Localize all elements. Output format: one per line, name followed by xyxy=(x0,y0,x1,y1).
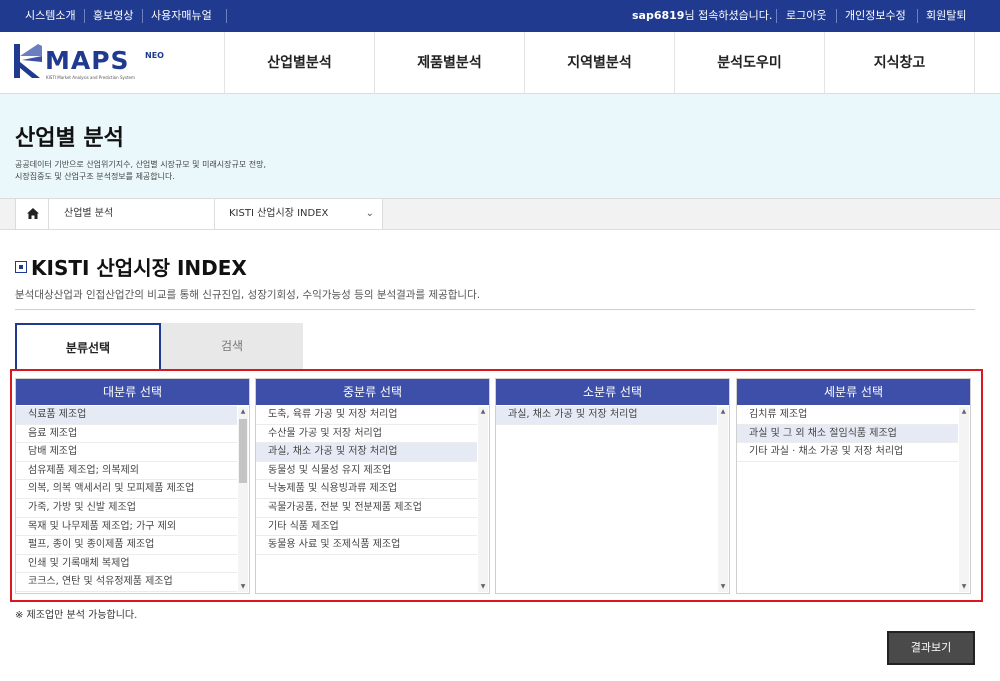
list-item[interactable]: 과실, 채소 가공 및 저장 처리업 xyxy=(496,406,717,425)
major-category-panel: 대분류 선택 식료품 제조업 음료 제조업 담배 제조업 섬유제품 제조업; 의… xyxy=(15,378,250,594)
list-item[interactable]: 기타 식품 제조업 xyxy=(256,518,477,537)
list-item[interactable]: 가죽, 가방 및 신발 제조업 xyxy=(16,499,237,518)
divider xyxy=(15,309,975,310)
tab-category-select[interactable]: 분류선택 xyxy=(15,323,161,370)
scrollbar[interactable]: ▲ ▼ xyxy=(718,407,728,592)
nav-knowledge-base[interactable]: 지식창고 xyxy=(824,32,975,94)
nav-industry-analysis[interactable]: 산업별분석 xyxy=(224,32,374,94)
maps-logo[interactable]: MAPS NEO KISTI Market Analysis and Predi… xyxy=(14,42,174,86)
title-bullet-icon xyxy=(15,261,27,273)
page-description: 분석대상산업과 인접산업간의 비교를 통해 신규진입, 성장기회성, 수익가능성… xyxy=(15,289,481,301)
list-item[interactable]: 의복, 의복 액세서리 및 모피제품 제조업 xyxy=(16,480,237,499)
list-item[interactable]: 음료 제조업 xyxy=(16,425,237,444)
list-item[interactable]: 과실, 채소 가공 및 저장 처리업 xyxy=(256,443,477,462)
divider xyxy=(226,9,227,23)
breadcrumb-level1[interactable]: 산업별 분석 xyxy=(49,199,215,229)
list-item[interactable]: 동물용 사료 및 조제식품 제조업 xyxy=(256,536,477,555)
list-item[interactable]: 곡물가공품, 전분 및 전분제품 제조업 xyxy=(256,499,477,518)
top-utility-bar: 시스템소개 홍보영상 사용자매뉴얼 sap6819님 접속하셨습니다. 로그아웃… xyxy=(0,0,1000,32)
logout-link[interactable]: 로그아웃 xyxy=(786,0,826,32)
divider xyxy=(84,9,85,23)
link-user-manual[interactable]: 사용자매뉴얼 xyxy=(151,0,212,32)
logo-wordmark: MAPS xyxy=(45,46,130,75)
middle-category-list[interactable]: 도축, 육류 가공 및 저장 처리업 수산물 가공 및 저장 처리업 과실, 채… xyxy=(256,406,489,593)
minor-category-list[interactable]: 과실, 채소 가공 및 저장 처리업 xyxy=(496,406,729,593)
link-system-intro[interactable]: 시스템소개 xyxy=(25,0,76,32)
detail-category-header: 세분류 선택 xyxy=(737,379,970,405)
home-button[interactable] xyxy=(15,199,49,229)
list-item[interactable]: 수산물 가공 및 저장 처리업 xyxy=(256,425,477,444)
major-category-header: 대분류 선택 xyxy=(16,379,249,405)
minor-category-panel: 소분류 선택 과실, 채소 가공 및 저장 처리업 ▲ ▼ xyxy=(495,378,730,594)
hero-banner: 산업별 분석 공공데이터 기반으로 산업위기지수, 산업별 시장규모 및 미래시… xyxy=(0,94,1000,198)
logo-k-icon xyxy=(14,44,42,78)
tab-search[interactable]: 검색 xyxy=(161,323,303,370)
scroll-down-arrow-icon[interactable]: ▼ xyxy=(718,582,728,592)
hero-desc-line2: 시장집중도 및 산업구조 분석정보를 제공합니다. xyxy=(15,172,175,181)
list-item[interactable]: 목재 및 나무제품 제조업; 가구 제외 xyxy=(16,518,237,537)
scrollbar[interactable]: ▲ ▼ xyxy=(959,407,969,592)
scroll-down-arrow-icon[interactable]: ▼ xyxy=(238,582,248,592)
breadcrumb: 산업별 분석 KISTI 산업시장 INDEX ⌄ xyxy=(0,198,1000,230)
home-icon xyxy=(27,208,39,219)
list-item[interactable]: 기타 과실 · 채소 가공 및 저장 처리업 xyxy=(737,443,958,462)
scroll-up-arrow-icon[interactable]: ▲ xyxy=(478,407,488,417)
detail-category-panel: 세분류 선택 김치류 제조업 과실 및 그 외 채소 절임식품 제조업 기타 과… xyxy=(736,378,971,594)
divider xyxy=(142,9,143,23)
detail-category-list[interactable]: 김치류 제조업 과실 및 그 외 채소 절임식품 제조업 기타 과실 · 채소 … xyxy=(737,406,970,593)
minor-category-header: 소분류 선택 xyxy=(496,379,729,405)
scrollbar[interactable]: ▲ ▼ xyxy=(238,407,248,592)
withdraw-link[interactable]: 회원탈퇴 xyxy=(926,0,966,32)
hero-title: 산업별 분석 xyxy=(15,126,124,151)
breadcrumb-level2-dropdown[interactable]: KISTI 산업시장 INDEX ⌄ xyxy=(215,199,383,229)
page-title: KISTI 산업시장 INDEX xyxy=(31,256,247,280)
scroll-down-arrow-icon[interactable]: ▼ xyxy=(959,582,969,592)
scroll-down-arrow-icon[interactable]: ▼ xyxy=(478,582,488,592)
edit-profile-link[interactable]: 개인정보수정 xyxy=(845,0,906,32)
list-item[interactable]: 낙농제품 및 식용빙과류 제조업 xyxy=(256,480,477,499)
link-promo-video[interactable]: 홍보영상 xyxy=(93,0,133,32)
user-status: sap6819님 접속하셨습니다. xyxy=(632,0,772,32)
list-item[interactable]: 식료품 제조업 xyxy=(16,406,237,425)
nav-region-analysis[interactable]: 지역별분석 xyxy=(524,32,674,94)
middle-category-header: 중분류 선택 xyxy=(256,379,489,405)
scroll-up-arrow-icon[interactable]: ▲ xyxy=(959,407,969,417)
divider xyxy=(776,9,777,23)
list-item[interactable]: 펄프, 종이 및 종이제품 제조업 xyxy=(16,536,237,555)
logo-neo: NEO xyxy=(145,51,164,60)
scrollbar-thumb[interactable] xyxy=(239,419,247,483)
scroll-up-arrow-icon[interactable]: ▲ xyxy=(238,407,248,417)
nav-product-analysis[interactable]: 제품별분석 xyxy=(374,32,524,94)
logo-subtitle: KISTI Market Analysis and Prediction Sys… xyxy=(46,75,135,80)
view-results-button[interactable]: 결과보기 xyxy=(887,631,975,665)
list-item[interactable]: 도축, 육류 가공 및 저장 처리업 xyxy=(256,406,477,425)
list-item[interactable]: 섬유제품 제조업; 의복제외 xyxy=(16,462,237,481)
list-item[interactable]: 인쇄 및 기록매체 복제업 xyxy=(16,555,237,574)
list-item[interactable]: 김치류 제조업 xyxy=(737,406,958,425)
middle-category-panel: 중분류 선택 도축, 육류 가공 및 저장 처리업 수산물 가공 및 저장 처리… xyxy=(255,378,490,594)
list-item[interactable]: 동물성 및 식물성 유지 제조업 xyxy=(256,462,477,481)
list-item[interactable]: 코크스, 연탄 및 석유정제품 제조업 xyxy=(16,573,237,592)
scroll-up-arrow-icon[interactable]: ▲ xyxy=(718,407,728,417)
site-header: MAPS NEO KISTI Market Analysis and Predi… xyxy=(0,32,1000,94)
divider xyxy=(917,9,918,23)
chevron-down-icon: ⌄ xyxy=(365,208,374,219)
breadcrumb-level2-label: KISTI 산업시장 INDEX xyxy=(229,208,329,219)
nav-analysis-helper[interactable]: 분석도우미 xyxy=(674,32,824,94)
list-item[interactable]: 담배 제조업 xyxy=(16,443,237,462)
major-category-list[interactable]: 식료품 제조업 음료 제조업 담배 제조업 섬유제품 제조업; 의복제외 의복,… xyxy=(16,406,249,593)
user-id: sap6819 xyxy=(632,9,685,22)
manufacturing-only-note: ※ 제조업만 분석 가능합니다. xyxy=(15,610,138,621)
list-item[interactable]: 과실 및 그 외 채소 절임식품 제조업 xyxy=(737,424,958,444)
hero-desc-line1: 공공데이터 기반으로 산업위기지수, 산업별 시장규모 및 미래시장규모 전망, xyxy=(15,160,267,169)
divider xyxy=(836,9,837,23)
user-status-suffix: 님 접속하셨습니다. xyxy=(684,9,773,22)
scrollbar[interactable]: ▲ ▼ xyxy=(478,407,488,592)
